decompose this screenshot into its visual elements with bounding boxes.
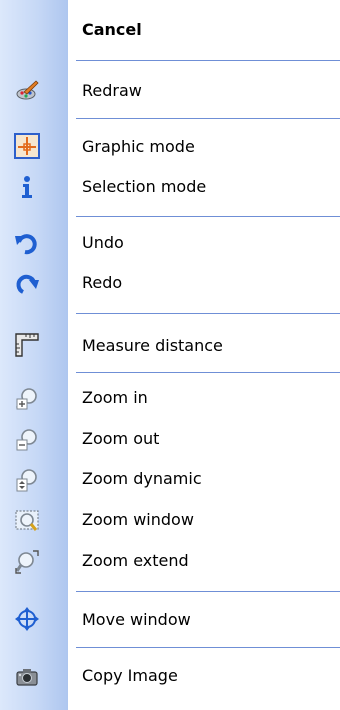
info-icon (14, 174, 40, 200)
menu-item-label: Zoom in (82, 388, 148, 407)
menu-separator (76, 60, 340, 61)
menu-item-label: Measure distance (82, 336, 223, 355)
menu-item-cancel[interactable]: Cancel (0, 18, 340, 42)
menu-item-label: Redraw (82, 81, 142, 100)
menu-item-zoom-in[interactable]: Zoom in (0, 384, 340, 412)
zoom-out-icon (14, 427, 40, 453)
menu-item-label: Selection mode (82, 177, 207, 196)
crosshair-frame-icon (14, 133, 40, 159)
menu-item-graphic-mode[interactable]: Graphic mode (0, 132, 340, 160)
menu-item-label: Copy Image (82, 666, 178, 685)
paint-brush-icon (14, 78, 40, 104)
move-arrows-icon (14, 606, 40, 632)
menu-item-undo[interactable]: Undo (0, 229, 340, 257)
redo-arrow-icon (14, 270, 40, 296)
menu-item-label: Zoom window (82, 510, 194, 529)
menu-item-label: Zoom dynamic (82, 469, 202, 488)
menu-separator (76, 591, 340, 592)
menu-item-zoom-window[interactable]: Zoom window (0, 506, 340, 534)
menu-item-measure-distance[interactable]: Measure distance (0, 331, 340, 359)
menu-item-label: Graphic mode (82, 137, 195, 156)
camera-icon (14, 664, 40, 690)
menu-item-zoom-extend[interactable]: Zoom extend (0, 547, 340, 575)
menu-item-label: Zoom out (82, 429, 160, 448)
zoom-in-icon (14, 386, 40, 412)
menu-item-label: Undo (82, 233, 124, 252)
zoom-window-icon (14, 508, 40, 534)
ruler-icon (14, 332, 40, 358)
menu-item-move-window[interactable]: Move window (0, 605, 340, 633)
zoom-dynamic-icon (14, 467, 40, 493)
menu-separator (76, 118, 340, 119)
menu-item-label: Move window (82, 610, 191, 629)
menu-item-redraw[interactable]: Redraw (0, 78, 340, 104)
menu-separator (76, 647, 340, 648)
menu-item-label: Cancel (82, 20, 142, 39)
menu-item-zoom-out[interactable]: Zoom out (0, 425, 340, 453)
menu-separator (76, 372, 340, 373)
menu-item-zoom-dynamic[interactable]: Zoom dynamic (0, 465, 340, 493)
menu-item-label: Zoom extend (82, 551, 189, 570)
menu-item-copy-image[interactable]: Copy Image (0, 662, 340, 690)
menu-separator (76, 216, 340, 217)
context-menu: Cancel Redraw Graphic mode Selection mod… (0, 0, 340, 710)
menu-item-selection-mode[interactable]: Selection mode (0, 173, 340, 201)
menu-item-label: Redo (82, 273, 123, 292)
undo-arrow-icon (14, 230, 40, 256)
menu-separator (76, 313, 340, 314)
zoom-extend-icon (14, 549, 40, 575)
menu-item-redo[interactable]: Redo (0, 269, 340, 297)
